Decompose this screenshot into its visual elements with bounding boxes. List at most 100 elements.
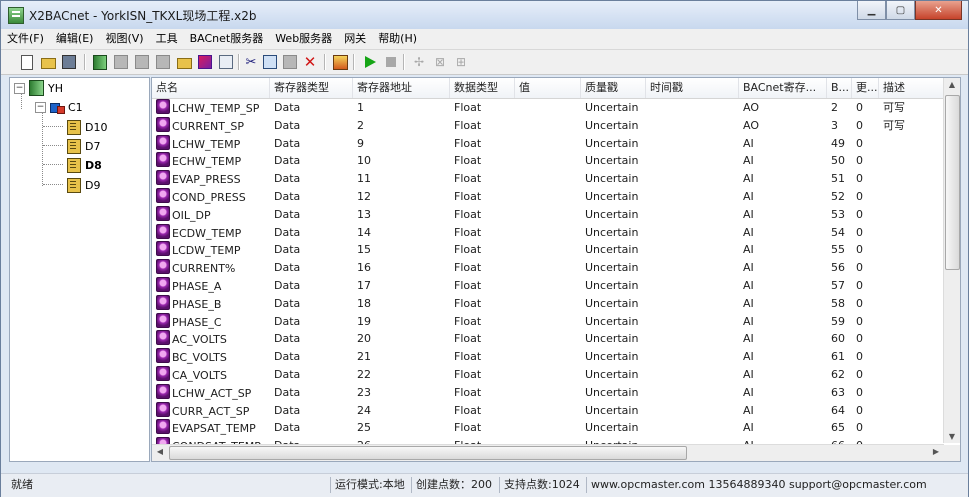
minimize-button[interactable]: ▁ [857, 1, 886, 20]
header-col-bacnet-instance[interactable]: B... [827, 78, 852, 98]
table-row[interactable]: LCDW_TEMP Data 15 Float Uncertain AI 55 0 [152, 241, 944, 259]
cell-col-data-type: Float [454, 261, 482, 275]
delete-icon[interactable]: ✕ [302, 54, 318, 70]
point-name-text: ECDW_TEMP [172, 226, 242, 240]
cell-col-point-name: LCHW_TEMP_SP [152, 99, 270, 117]
table-row[interactable]: PHASE_C Data 19 Float Uncertain AI 59 0 [152, 312, 944, 331]
disabled-tool-icon[interactable] [113, 54, 129, 70]
menu-file[interactable]: 文件(F) [1, 29, 50, 49]
menu-edit[interactable]: 编辑(E) [50, 29, 100, 49]
device-tree[interactable]: − YH − C1 D10 D7 D8 D9 [9, 77, 150, 462]
point-icon [156, 401, 170, 417]
tree-item-device[interactable]: D7 [67, 137, 100, 155]
cell-col-value [515, 224, 581, 242]
collapse-icon[interactable]: − [35, 101, 46, 113]
table-row[interactable]: CURRENT_SP Data 2 Float Uncertain AO 3 0 可写 [152, 116, 944, 135]
tree-line [43, 126, 63, 127]
point-icon [156, 259, 170, 275]
connect-icon[interactable] [332, 54, 348, 70]
horizontal-scrollbar[interactable]: ◀ ▶ [152, 444, 944, 461]
close-button[interactable]: ✕ [915, 1, 962, 20]
tree-item-root[interactable]: − YH [14, 79, 63, 97]
open-folder-icon[interactable] [40, 54, 56, 70]
table-row[interactable]: ECDW_TEMP Data 14 Float Uncertain AI 54 0 [152, 223, 944, 242]
header-col-data-type[interactable]: 数据类型 [450, 78, 515, 98]
vertical-scroll-thumb[interactable] [945, 95, 960, 270]
cell-col-timestamp [646, 348, 739, 366]
menu-bar: 文件(F) 编辑(E) 视图(V) 工具 BACnet服务器 Web服务器 网关… [1, 29, 968, 50]
table-row[interactable]: EVAP_PRESS Data 11 Float Uncertain AI 51 0 [152, 170, 944, 188]
cell-col-point-name: LCDW_TEMP [152, 241, 270, 259]
status-ready: 就绪 [11, 478, 33, 491]
collapse-icon[interactable]: − [14, 82, 25, 94]
table-row[interactable]: CURR_ACT_SP Data 24 Float Uncertain AI 64 0 [152, 401, 944, 420]
menu-bacnet-server[interactable]: BACnet服务器 [184, 29, 270, 49]
table-row[interactable]: AC_VOLTS Data 20 Float Uncertain AI 60 0 [152, 330, 944, 348]
header-col-timestamp[interactable]: 时间戳 [646, 78, 739, 98]
table-row[interactable]: PHASE_A Data 17 Float Uncertain AI 57 0 [152, 276, 944, 295]
disabled-tool-icon[interactable] [134, 54, 150, 70]
menu-gateway[interactable]: 网关 [338, 29, 372, 49]
point-name-text: PHASE_A [172, 279, 222, 293]
header-col-register-address[interactable]: 寄存器地址 [353, 78, 450, 98]
table-row[interactable]: PHASE_B Data 18 Float Uncertain AI 58 0 [152, 294, 944, 313]
maximize-button[interactable]: ▢ [886, 1, 915, 20]
tree-item-device-selected[interactable]: D8 [67, 156, 102, 174]
scroll-up-icon[interactable]: ▲ [944, 80, 960, 89]
cell-col-point-name: OIL_DP [152, 205, 270, 224]
header-col-update[interactable]: 更... [852, 78, 879, 98]
save-disk-icon[interactable] [61, 54, 77, 70]
add-multi-icon[interactable] [197, 54, 213, 70]
properties-icon[interactable] [218, 54, 234, 70]
tool-icon[interactable]: ✢ [411, 54, 427, 70]
table-row[interactable]: LCHW_ACT_SP Data 23 Float Uncertain AI 63 0 [152, 383, 944, 402]
table-row[interactable]: CURRENT% Data 16 Float Uncertain AI 56 0 [152, 259, 944, 277]
menu-tools[interactable]: 工具 [150, 29, 184, 49]
menu-web-server[interactable]: Web服务器 [269, 29, 338, 49]
tool-icon[interactable]: ⊠ [432, 54, 448, 70]
run-icon[interactable] [362, 54, 378, 70]
menu-help[interactable]: 帮助(H) [372, 29, 423, 49]
header-col-quality[interactable]: 质量戳 [581, 78, 646, 98]
cell-col-register-type: Data [274, 261, 301, 275]
cell-col-bacnet-instance: 55 [831, 243, 845, 257]
table-row[interactable]: COND_PRESS Data 12 Float Uncertain AI 52 0 [152, 187, 944, 206]
scroll-left-icon[interactable]: ◀ [152, 447, 168, 456]
scroll-down-icon[interactable]: ▼ [944, 432, 960, 441]
scroll-right-icon[interactable]: ▶ [928, 447, 944, 456]
tree-item-channel[interactable]: − C1 [35, 98, 83, 116]
copy-icon[interactable] [262, 54, 278, 70]
title-bar[interactable]: X2BACnet - YorkISN_TKXL现场工程.x2b ▁ ▢ ✕ [1, 1, 968, 29]
cell-col-description [879, 419, 944, 437]
tree-item-device[interactable]: D9 [67, 176, 100, 194]
table-row[interactable]: LCHW_TEMP_SP Data 1 Float Uncertain AO 2 0 可写 [152, 99, 944, 117]
database-icon[interactable] [92, 54, 108, 70]
menu-view[interactable]: 视图(V) [99, 29, 149, 49]
table-row[interactable]: EVAPSAT_TEMP Data 25 Float Uncertain AI 65 0 [152, 419, 944, 437]
table-row[interactable]: ECHW_TEMP Data 10 Float Uncertain AI 50 0 [152, 152, 944, 170]
tree-item-label: D10 [85, 120, 108, 134]
stop-icon[interactable] [383, 54, 399, 70]
new-document-icon[interactable] [19, 54, 35, 70]
cell-col-data-type: Float [454, 243, 482, 257]
cell-col-point-name: CURRENT% [152, 259, 270, 277]
cell-col-value [515, 188, 581, 206]
table-row[interactable]: BC_VOLTS Data 21 Float Uncertain AI 61 0 [152, 348, 944, 366]
tool-icon[interactable]: ⊞ [453, 54, 469, 70]
cut-icon[interactable]: ✂ [243, 54, 259, 70]
header-col-description[interactable]: 描述 [879, 78, 944, 98]
tree-item-device[interactable]: D10 [67, 118, 107, 136]
points-list[interactable]: 点名 寄存器类型 寄存器地址 数据类型值质量戳 时间戳 BACnet寄存... B... 更.… [151, 77, 961, 462]
add-folder-icon[interactable] [176, 54, 192, 70]
header-col-value[interactable]: 值 [515, 78, 581, 98]
horizontal-scroll-thumb[interactable] [169, 446, 687, 460]
disabled-tool-icon[interactable] [155, 54, 171, 70]
table-row[interactable]: CA_VOLTS Data 22 Float Uncertain AI 62 0 [152, 365, 944, 384]
table-row[interactable]: LCHW_TEMP Data 9 Float Uncertain AI 49 0 [152, 134, 944, 153]
header-col-register-type[interactable]: 寄存器类型 [270, 78, 353, 98]
vertical-scrollbar[interactable]: ▲ ▼ [943, 78, 960, 443]
paste-icon[interactable] [282, 54, 298, 70]
table-row[interactable]: OIL_DP Data 13 Float Uncertain AI 53 0 [152, 205, 944, 224]
header-col-bacnet-register[interactable]: BACnet寄存... [739, 78, 827, 98]
header-col-point-name[interactable]: 点名 [152, 78, 270, 98]
